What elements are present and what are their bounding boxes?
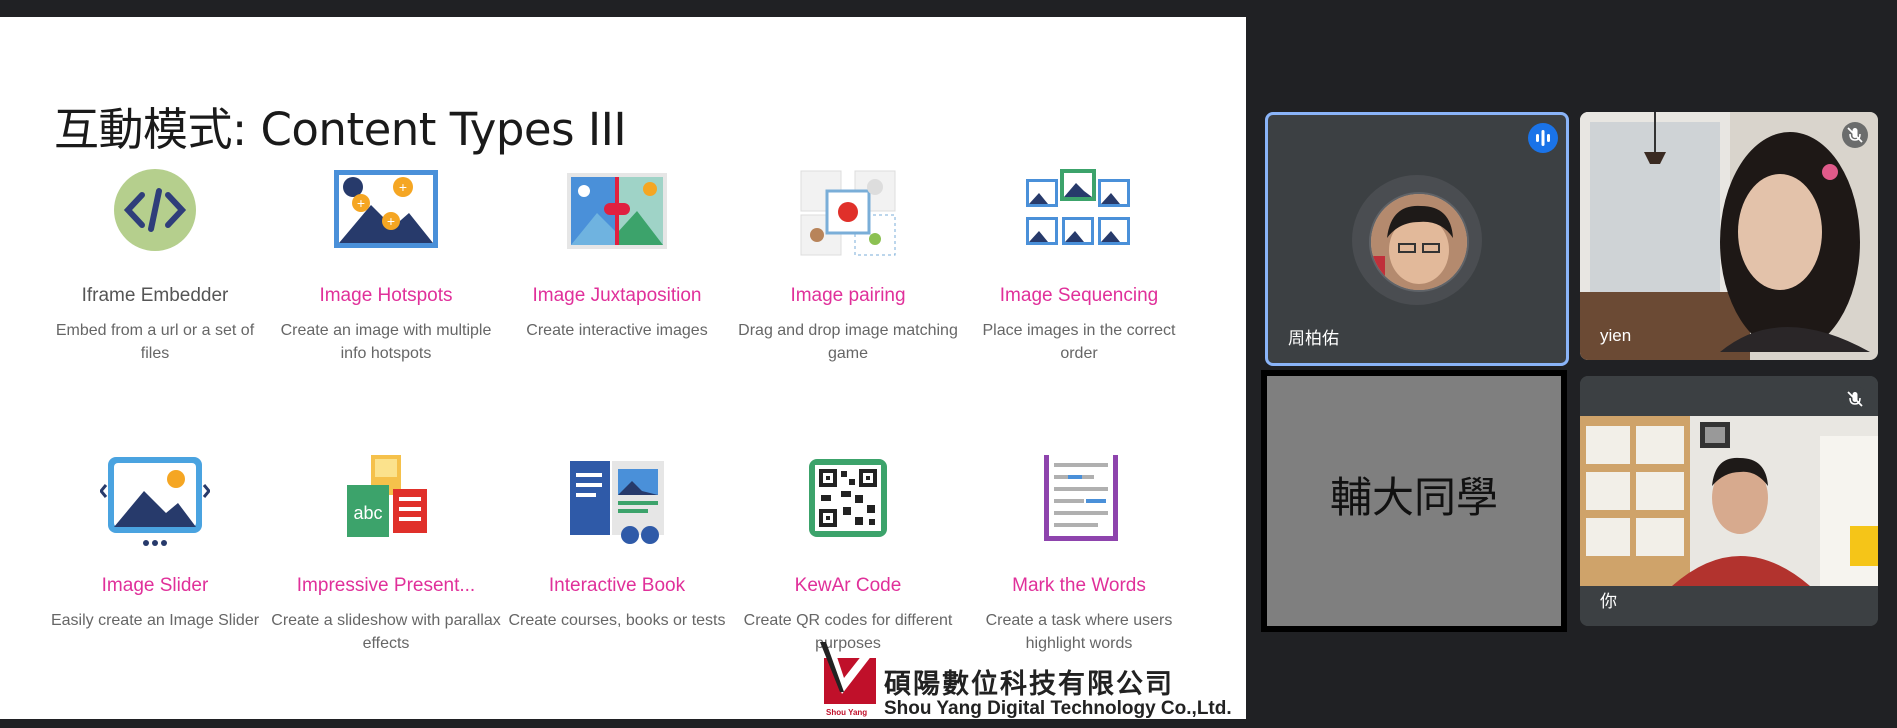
content-type-name: Image pairing — [790, 285, 906, 306]
content-type-name: Image Juxtaposition — [532, 285, 702, 306]
participant-tile-named[interactable]: 輔大同學 — [1261, 370, 1567, 632]
content-type-name: Mark the Words — [1012, 575, 1146, 596]
content-type-desc: Easily create an Image Slider — [50, 612, 260, 629]
content-type-image-slider: Image Slider Easily create an Image Slid… — [40, 455, 270, 632]
participant-video-image — [1580, 112, 1878, 360]
content-type-iframe-embedder: Iframe Embedder Embed from a url or a se… — [40, 165, 270, 365]
content-type-desc: Embed from a url or a set of files — [55, 322, 255, 362]
image-juxtaposition-icon — [562, 165, 672, 265]
participant-tile-speaking[interactable]: 周柏佑 — [1265, 112, 1569, 366]
content-type-image-juxtaposition: Image Juxtaposition Create interactive i… — [502, 165, 732, 342]
avatar — [1369, 192, 1469, 292]
content-type-image-sequencing: Image Sequencing Place images in the cor… — [964, 165, 1194, 365]
content-type-image-pairing: Image pairing Drag and drop image matchi… — [733, 165, 963, 365]
mark-words-icon — [1024, 455, 1134, 555]
svg-text:+: + — [357, 195, 365, 211]
presentation-icon: abc — [331, 455, 441, 555]
image-hotspots-icon: + + + — [331, 165, 441, 265]
content-type-desc: Drag and drop image matching game — [738, 322, 958, 362]
svg-text:+: + — [387, 213, 395, 229]
mic-muted-icon — [1842, 386, 1868, 412]
content-type-interactive-book: Interactive Book Create courses, books o… — [502, 455, 732, 632]
content-type-image-hotspots: + + + Image Hotspots Create an image wit… — [271, 165, 501, 365]
content-type-impressive-presentation: abc Impressive Present... Create a slide… — [271, 455, 501, 655]
company-name-en: Shou Yang Digital Technology Co.,Ltd. — [884, 698, 1232, 719]
shou-yang-logo-icon — [820, 642, 876, 704]
logo-mark-text: Shou Yang — [826, 708, 868, 717]
content-type-desc: Create a slideshow with parallax effects — [271, 612, 501, 652]
content-type-desc: Create an image with multiple info hotsp… — [280, 322, 492, 362]
content-type-mark-the-words: Mark the Words Create a task where users… — [964, 455, 1194, 655]
interactive-book-icon — [562, 455, 672, 555]
content-type-kewar-code: KewAr Code Create QR codes for different… — [733, 455, 963, 655]
participant-name-card: 輔大同學 — [1267, 376, 1561, 626]
image-pairing-icon — [793, 165, 903, 265]
self-video-image — [1580, 376, 1878, 626]
participant-name: 你 — [1600, 592, 1617, 611]
content-type-name: Impressive Present... — [296, 575, 476, 596]
image-slider-icon — [100, 455, 210, 555]
top-bar — [0, 0, 1897, 16]
mic-muted-icon — [1842, 122, 1868, 148]
content-types-grid: Iframe Embedder Embed from a url or a se… — [40, 165, 1220, 685]
company-name-cn: 碩陽數位科技有限公司 — [884, 669, 1174, 700]
slide-title: 互動模式: Content Types III — [54, 103, 627, 156]
participant-tile-video[interactable]: yien — [1580, 112, 1878, 360]
content-type-desc: Create courses, books or tests — [508, 612, 726, 629]
content-type-name: Interactive Book — [548, 575, 686, 596]
presentation-slide: 互動模式: Content Types III Iframe Embedder … — [0, 17, 1246, 719]
content-type-name: Image Slider — [101, 575, 209, 596]
company-logo: Shou Yang 碩陽數位科技有限公司 Shou Yang Digital T… — [820, 642, 1240, 719]
content-type-desc: Place images in the correct order — [982, 322, 1176, 362]
participant-name: yien — [1600, 326, 1632, 345]
svg-text:+: + — [399, 179, 407, 195]
content-type-name: Iframe Embedder — [81, 285, 229, 306]
participant-tile-label: 輔大同學 — [1329, 473, 1498, 522]
content-type-name: Image Hotspots — [319, 285, 453, 306]
content-type-name: KewAr Code — [794, 575, 902, 596]
code-icon — [100, 165, 210, 265]
image-sequencing-icon — [1024, 165, 1134, 265]
svg-text:abc: abc — [353, 503, 382, 523]
speaking-indicator-icon — [1528, 123, 1558, 153]
participant-name: 周柏佑 — [1288, 329, 1339, 348]
qr-code-icon — [793, 455, 903, 555]
content-type-name: Image Sequencing — [999, 285, 1159, 306]
participant-tile-self[interactable]: 你 — [1580, 376, 1878, 626]
content-type-desc: Create interactive images — [526, 322, 708, 339]
